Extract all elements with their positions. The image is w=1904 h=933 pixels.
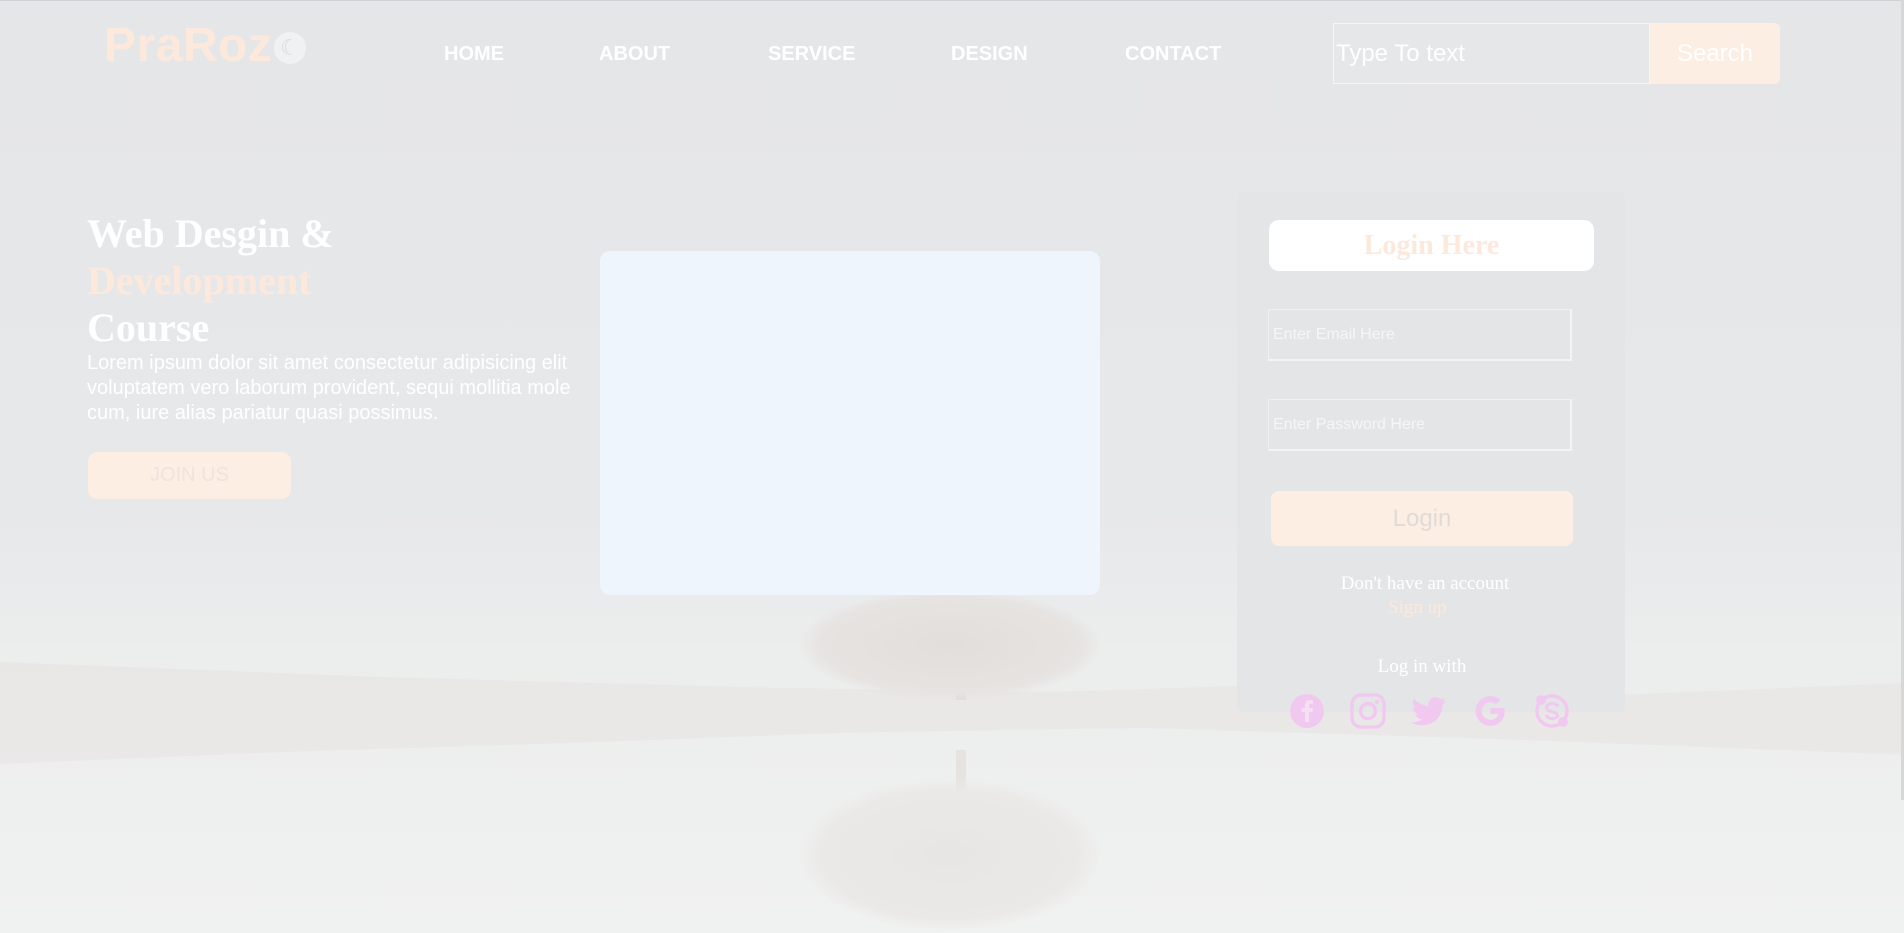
center-panel — [600, 251, 1100, 595]
no-account-text: Don't have an account — [1340, 573, 1510, 594]
top-border — [0, 0, 1904, 1]
hero-title-line3: Course — [87, 305, 210, 350]
logo-text: PraRoz — [104, 19, 273, 72]
nav-item-design[interactable]: DESIGN — [951, 43, 1028, 66]
login-button[interactable]: Login — [1271, 491, 1573, 546]
nav-item-service[interactable]: SERVICE — [768, 43, 855, 66]
google-icon[interactable] — [1471, 692, 1509, 730]
nav-item-about[interactable]: ABOUT — [599, 43, 670, 66]
search-input[interactable] — [1333, 23, 1650, 84]
login-title: Login Here — [1269, 220, 1594, 271]
login-with-text: Log in with — [1377, 656, 1467, 677]
nav-item-home[interactable]: HOME — [444, 43, 504, 66]
nav-item-contact[interactable]: CONTACT — [1125, 43, 1221, 66]
moon-icon: ☾ — [274, 31, 307, 64]
hero-description: Lorem ipsum dolor sit amet consectetur a… — [87, 352, 571, 424]
join-us-button[interactable]: JOIN US — [88, 452, 291, 499]
facebook-icon[interactable] — [1288, 692, 1326, 730]
signup-link[interactable]: Sign up — [1388, 597, 1447, 619]
email-field[interactable] — [1268, 309, 1572, 361]
hero-title-line2: Development — [87, 258, 312, 303]
background-tree — [800, 590, 1100, 700]
instagram-icon[interactable] — [1349, 692, 1387, 730]
search-button[interactable]: Search — [1650, 23, 1780, 84]
hero-title: Web Desgin & Development Course — [87, 210, 334, 351]
logo: PraRoz ☾ — [104, 18, 307, 73]
twitter-icon[interactable] — [1410, 692, 1448, 730]
skype-icon[interactable] — [1533, 692, 1571, 730]
hero-title-line1: Web Desgin & — [87, 211, 334, 256]
password-field[interactable] — [1268, 399, 1572, 451]
background-tree-reflection — [800, 780, 1100, 930]
